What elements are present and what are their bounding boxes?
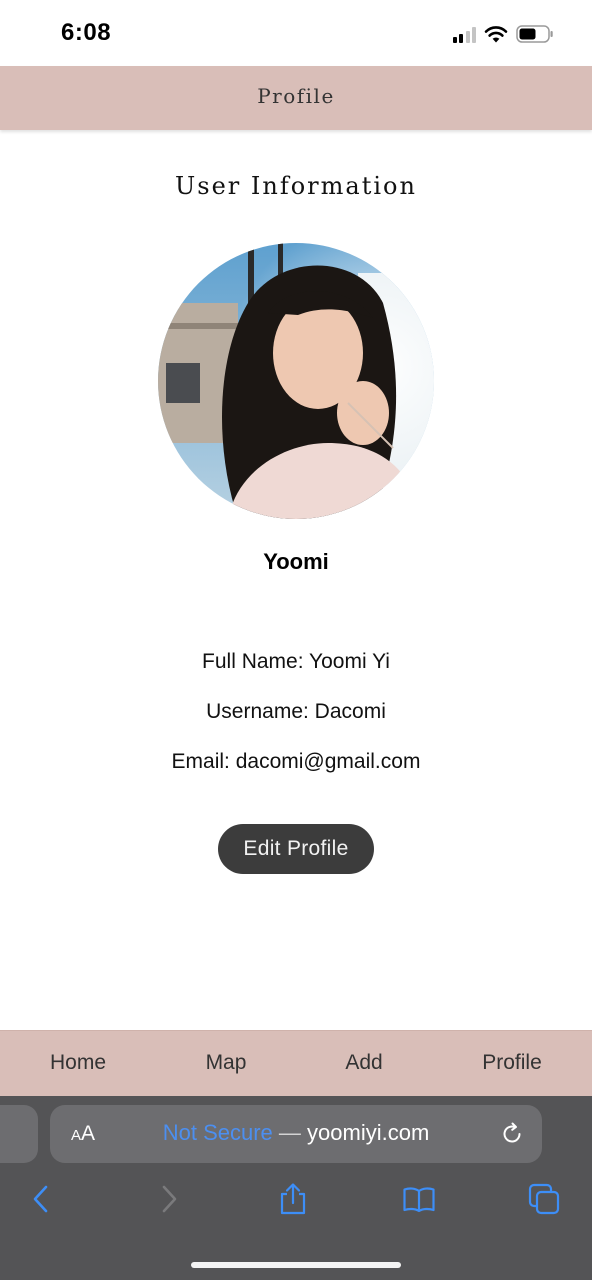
email-value: dacomi@gmail.com (235, 750, 421, 773)
address-bar[interactable]: AA Not Secure — yoomiyi.com (50, 1105, 542, 1163)
bottom-nav: Home Map Add Profile (0, 1030, 592, 1097)
status-icons (452, 22, 555, 46)
tabs-icon[interactable] (527, 1182, 561, 1216)
cellular-signal-icon (452, 25, 476, 43)
profile-photo (158, 243, 434, 519)
email-label: Email: (171, 750, 230, 773)
full-name-label: Full Name: (202, 650, 304, 673)
share-icon[interactable] (276, 1182, 310, 1216)
email-row: Email: dacomi@gmail.com (0, 750, 592, 774)
section-title: User Information (175, 172, 417, 200)
status-time: 6:08 (61, 19, 112, 46)
reload-icon[interactable] (499, 1121, 525, 1147)
username-row: Username: Dacomi (0, 700, 592, 724)
username-label: Username: (206, 700, 309, 723)
forward-icon[interactable] (152, 1182, 186, 1216)
username-value: Dacomi (314, 700, 386, 723)
browser-toolbar: AA Not Secure — yoomiyi.com (0, 1096, 592, 1280)
url-domain: yoomiyi.com (307, 1120, 430, 1145)
back-icon[interactable] (24, 1182, 58, 1216)
display-name: Yoomi (263, 549, 329, 574)
wifi-icon (484, 26, 508, 43)
bookmarks-icon[interactable] (402, 1182, 436, 1216)
page-title: Profile (257, 84, 335, 108)
nav-item-profile[interactable]: Profile (452, 1051, 572, 1075)
edit-profile-button[interactable]: Edit Profile (218, 824, 374, 874)
battery-icon (516, 25, 553, 43)
full-name-value: Yoomi Yi (309, 650, 390, 673)
full-name-row: Full Name: Yoomi Yi (0, 650, 592, 674)
nav-item-add[interactable]: Add (304, 1051, 424, 1075)
home-indicator (191, 1262, 401, 1268)
previous-tab[interactable] (0, 1105, 38, 1163)
security-warning: Not Secure (162, 1120, 273, 1145)
nav-item-map[interactable]: Map (166, 1051, 286, 1075)
avatar (158, 243, 434, 519)
status-bar: 6:08 (0, 0, 592, 66)
url-display[interactable]: Not Secure — yoomiyi.com (50, 1120, 542, 1146)
nav-item-home[interactable]: Home (18, 1051, 138, 1075)
app-header: Profile (0, 66, 592, 130)
